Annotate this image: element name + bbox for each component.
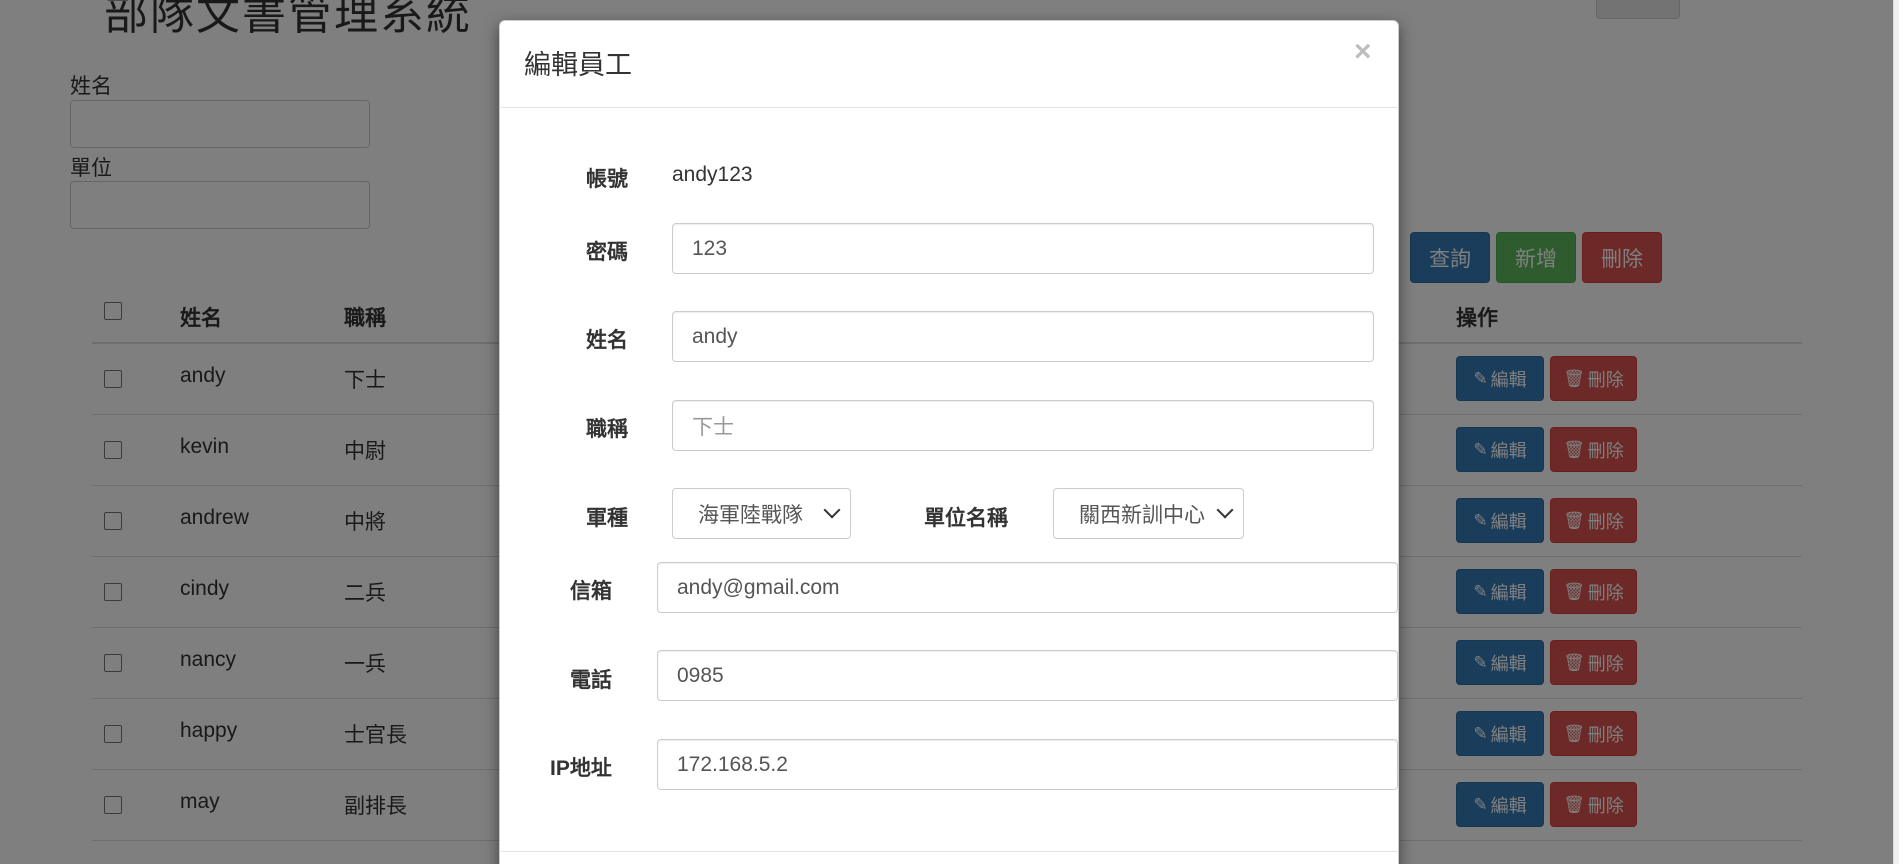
account-value: andy123 [672,163,753,186]
unit-name-select[interactable]: 關西新訓中心 [1053,488,1244,539]
email-label: 信箱 [570,580,612,603]
password-input[interactable]: 123 [672,223,1374,274]
name-label: 姓名 [586,329,628,352]
email-input[interactable]: andy@gmail.com [657,562,1398,613]
branch-select-value: 海軍陸戰隊 [698,503,803,527]
branch-label: 軍種 [586,507,628,530]
branch-select[interactable]: 海軍陸戰隊 [672,488,851,539]
unit-name-select-value: 關西新訓中心 [1079,503,1205,527]
name-input[interactable]: andy [672,311,1374,362]
edit-employee-modal: 編輯員工 × 帳號 andy123 密碼 123 姓名 andy 職稱 下士 軍… [499,20,1399,864]
rank-label: 職稱 [586,418,628,441]
account-label: 帳號 [586,168,628,191]
rank-input[interactable]: 下士 [672,400,1374,451]
unit-name-label: 單位名稱 [924,507,1008,530]
ip-input[interactable]: 172.168.5.2 [657,739,1398,790]
chevron-down-icon [823,501,841,519]
ip-label: IP地址 [550,757,612,780]
phone-input[interactable]: 0985 [657,650,1398,701]
page: 部隊文書管理系統 姓名 單位 查詢 新增 刪除 姓名 職稱 操作 andy下士✎… [0,0,1899,864]
modal-footer-divider [500,851,1398,852]
modal-title: 編輯員工 [524,50,632,80]
page-scrollbar[interactable] [1893,0,1899,864]
phone-label: 電話 [570,669,612,692]
chevron-down-icon [1216,501,1234,519]
modal-header: 編輯員工 × [500,21,1398,108]
close-icon[interactable]: × [1354,37,1372,67]
password-label: 密碼 [586,241,628,264]
